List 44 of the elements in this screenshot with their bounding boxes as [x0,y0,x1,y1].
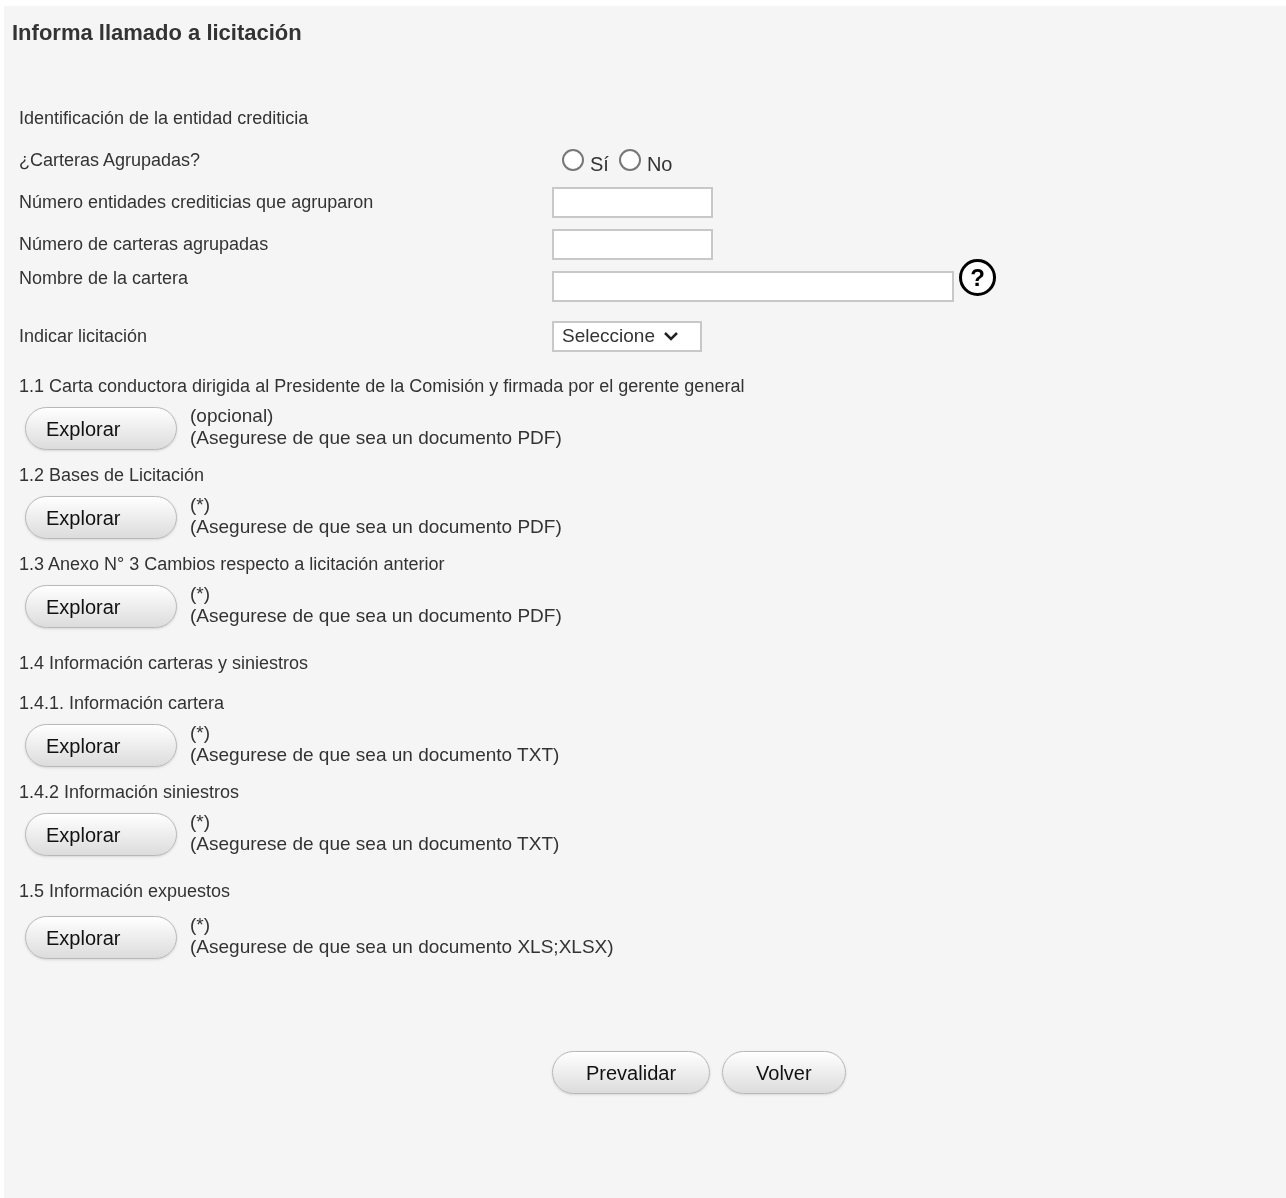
field-label: ¿Carteras Agrupadas? [19,149,201,170]
browse-button[interactable]: Explorar [25,407,177,450]
browse-button[interactable]: Explorar [25,724,177,767]
action-button[interactable]: Volver [722,1051,846,1094]
file-hint: (Asegurese de que sea un documento XLS;XLSX) [190,936,614,958]
radio-label: No [646,152,673,177]
select-dropdown[interactable]: Seleccione [552,320,702,352]
note-text: (*) [190,583,212,605]
help-icon[interactable]: ? [959,259,996,296]
note-text: (*) [190,722,212,744]
radio-button[interactable] [562,149,584,171]
file-hint: (Asegurese de que sea un documento TXT) [190,744,560,766]
browse-button[interactable]: Explorar [25,496,177,539]
radio-button[interactable] [618,149,641,171]
note-text: (*) [190,914,212,936]
browse-button[interactable]: Explorar [25,916,177,959]
document-label: 1.4.1. Información cartera [19,691,225,715]
document-label: 1.4.2 Información siniestros [19,780,240,804]
field-label: Indicar licitación [19,325,148,346]
document-label: 1.2 Bases de Licitación [19,463,205,487]
action-button[interactable]: Prevalidar [552,1051,711,1094]
radio-label: Sí [590,152,609,177]
file-hint: (Asegurese de que sea un documento PDF) [190,605,562,627]
document-label: 1.3 Anexo N° 3 Cambios respecto a licitación anterior [19,552,445,576]
field-label: Número entidades crediticias que agruparon [19,191,374,212]
note-text: (opcional) [190,405,275,427]
file-hint: (Asegurese de que sea un documento TXT) [190,833,560,855]
input-field[interactable] [552,186,713,218]
input-field[interactable] [552,271,954,302]
field-label: Identificación de la entidad crediticia [19,107,309,128]
note-text: (*) [190,494,212,516]
browse-button[interactable]: Explorar [25,813,177,856]
field-label: Nombre de la cartera [19,268,189,288]
section-label: 1.4 Información carteras y siniestros [19,651,309,675]
field-label: Número de carteras agrupadas [19,233,269,254]
page-title: Informa llamado a licitación [12,19,303,47]
chevron-down-icon [662,330,679,342]
input-field[interactable] [552,228,713,260]
file-hint: (Asegurese de que sea un documento PDF) [190,427,562,449]
browse-button[interactable]: Explorar [25,585,177,628]
document-label: 1.1 Carta conductora dirigida al Presidente de la Comisión y firmada por el gerente general [19,374,745,398]
file-hint: (Asegurese de que sea un documento PDF) [190,516,562,538]
section-label: 1.5 Información expuestos [19,879,231,903]
note-text: (*) [190,811,212,833]
